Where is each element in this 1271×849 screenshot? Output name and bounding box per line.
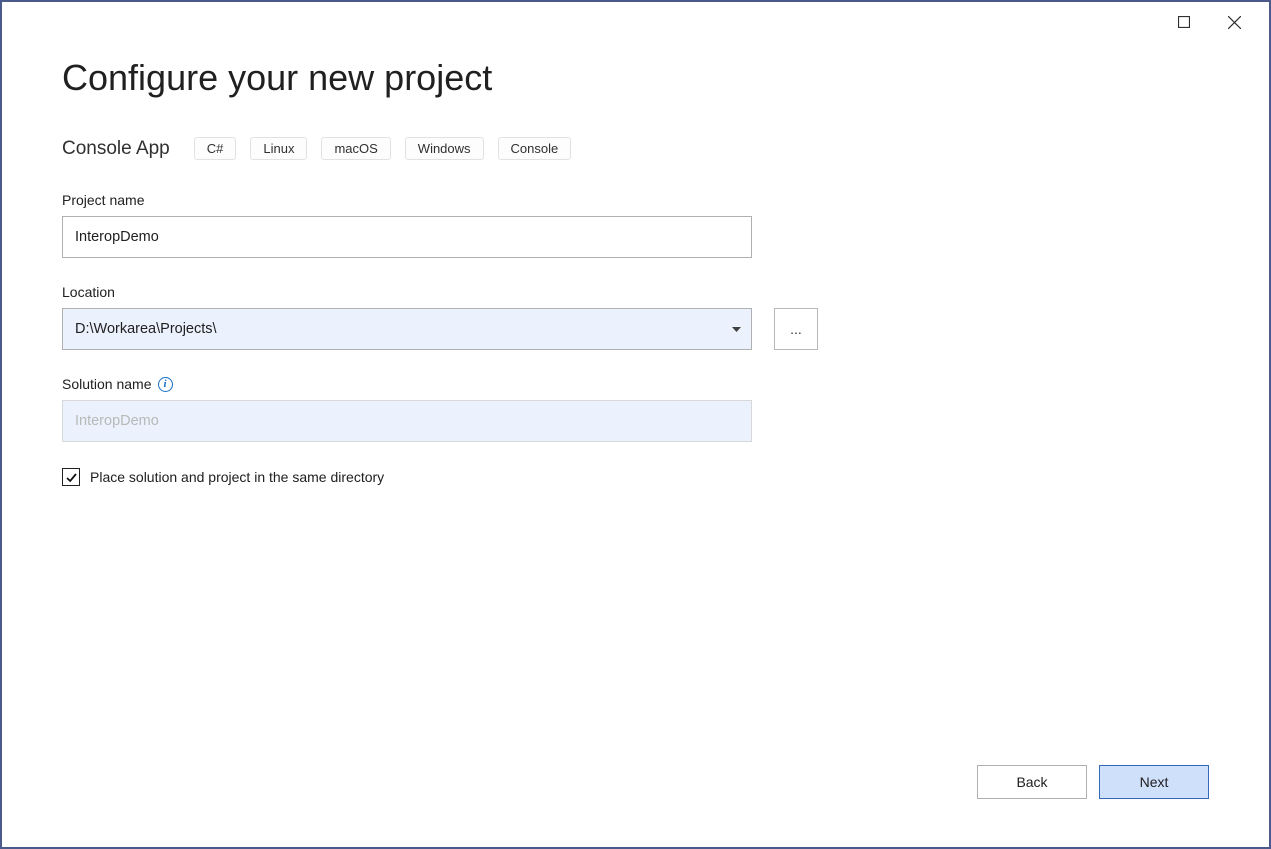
tag: C# [194, 137, 237, 160]
template-name: Console App [62, 138, 170, 160]
browse-button[interactable]: ... [774, 308, 818, 350]
chevron-down-icon [732, 321, 741, 337]
page-title: Configure your new project [62, 57, 1209, 99]
next-button[interactable]: Next [1099, 765, 1209, 799]
template-info-row: Console App C# Linux macOS Windows Conso… [62, 137, 1209, 160]
maximize-icon [1178, 16, 1190, 28]
same-directory-label: Place solution and project in the same d… [90, 469, 384, 485]
tag: Console [498, 137, 572, 160]
close-icon [1228, 16, 1241, 29]
tag: Windows [405, 137, 484, 160]
check-icon [65, 471, 78, 484]
maximize-button[interactable] [1169, 7, 1199, 37]
tag: macOS [321, 137, 390, 160]
close-button[interactable] [1219, 7, 1249, 37]
tag: Linux [250, 137, 307, 160]
project-name-label: Project name [62, 192, 1209, 208]
location-label: Location [62, 284, 1209, 300]
project-name-input[interactable] [62, 216, 752, 258]
back-button[interactable]: Back [977, 765, 1087, 799]
solution-name-label: Solution name [62, 376, 152, 392]
info-icon[interactable]: i [158, 377, 173, 392]
location-combo[interactable]: D:\Workarea\Projects\ [62, 308, 752, 350]
solution-name-input: InteropDemo [62, 400, 752, 442]
same-directory-checkbox[interactable] [62, 468, 80, 486]
location-value: D:\Workarea\Projects\ [75, 321, 217, 337]
